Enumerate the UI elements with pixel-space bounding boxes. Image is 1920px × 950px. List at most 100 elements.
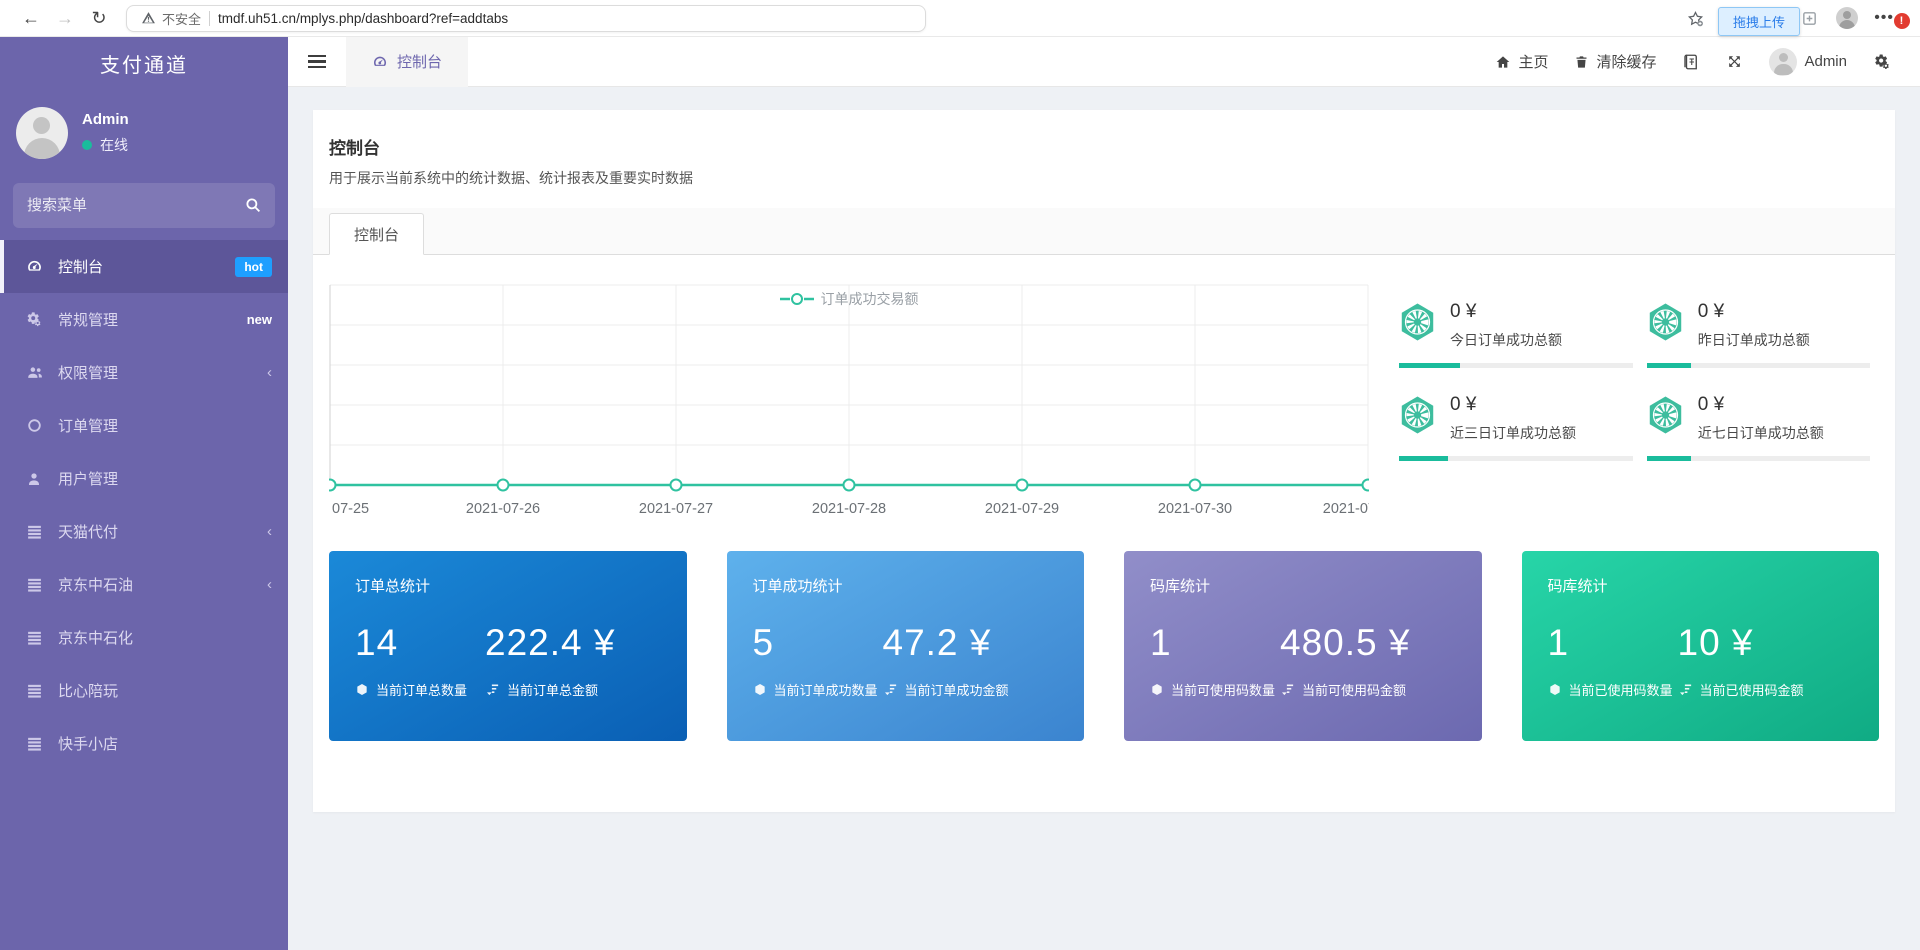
user-icon [26, 471, 58, 487]
home-button[interactable]: 主页 [1495, 51, 1548, 72]
tab-label: 控制台 [397, 51, 442, 72]
stat-value: 0 ¥ [1698, 394, 1824, 416]
sidebar-item-bixin[interactable]: 比心陪玩 [0, 664, 288, 717]
svg-text:2021-07: 2021-07 [1323, 501, 1369, 517]
stat-label: 近七日订单成功总额 [1698, 423, 1824, 443]
sidebar-item-label: 快手小店 [58, 733, 118, 754]
chart-legend[interactable]: 订单成功交易额 [329, 289, 1369, 309]
stat-7days: 0 ¥ 近七日订单成功总额 [1647, 394, 1879, 461]
topbar: 控制台 主页 清除缓存 Admin [288, 37, 1920, 87]
sidebar-item-label: 京东中石化 [58, 627, 133, 648]
dashboard-panel: 控制台 用于展示当前系统中的统计数据、统计报表及重要实时数据 控制台 订单成功交… [313, 110, 1895, 812]
cube-icon [1150, 682, 1164, 697]
svg-text:2021-07-30: 2021-07-30 [1158, 501, 1232, 517]
tab-dashboard[interactable]: 控制台 [346, 37, 468, 87]
panel-tab-dashboard[interactable]: 控制台 [329, 213, 424, 255]
tachometer-icon [372, 54, 388, 70]
sidebar-item-label: 用户管理 [58, 468, 118, 489]
home-label: 主页 [1518, 51, 1548, 72]
stat-progress [1399, 363, 1633, 368]
stat-progress [1647, 363, 1870, 368]
search-icon[interactable] [244, 196, 262, 214]
stat-value: 0 ¥ [1450, 301, 1562, 323]
stat-yesterday: 0 ¥ 昨日订单成功总额 [1647, 301, 1879, 368]
sidebar-item-orders[interactable]: 订单管理 [0, 399, 288, 452]
list-icon [26, 629, 58, 646]
chevron-left-icon: ‹ [267, 364, 272, 381]
drag-upload-tooltip: 拖拽上传 [1718, 7, 1800, 36]
back-icon[interactable]: ← [14, 3, 48, 33]
stat-progress [1399, 456, 1633, 461]
sidebar-item-permissions[interactable]: 权限管理 ‹ [0, 346, 288, 399]
page-subtitle: 用于展示当前系统中的统计数据、统计报表及重要实时数据 [329, 168, 1879, 188]
dashboard-icon [26, 258, 58, 275]
card-title: 码库统计 [1548, 575, 1854, 596]
home-icon [1495, 54, 1511, 70]
list-icon [26, 523, 58, 540]
browser-menu-icon[interactable]: ••• ! [1874, 9, 1904, 27]
card-amount-label: 当前订单总金额 [507, 680, 598, 699]
hexagon-icon [1647, 394, 1684, 436]
browser-toolbar: ← → ↻ 不安全 tmdf.uh51.cn/mplys.php/dashboa… [0, 0, 1920, 37]
refresh-icon[interactable]: ↻ [82, 3, 116, 33]
sidebar-item-general[interactable]: 常规管理 new [0, 293, 288, 346]
bookmark-star-icon[interactable] [1684, 7, 1706, 29]
card-count-label: 当前已使用码数量 [1569, 680, 1673, 699]
add-tab-icon[interactable] [1798, 7, 1820, 29]
chevron-left-icon: ‹ [267, 576, 272, 593]
site-security-button[interactable]: 不安全 [141, 9, 201, 28]
hot-badge: hot [235, 257, 272, 277]
address-divider [209, 11, 210, 26]
online-status-label: 在线 [100, 135, 128, 155]
amount-stats: 0 ¥ 今日订单成功总额 0 ¥ [1399, 275, 1879, 525]
hamburger-icon[interactable] [288, 37, 346, 87]
sidebar-item-label: 天猫代付 [58, 521, 118, 542]
fullscreen-icon[interactable] [1726, 53, 1743, 70]
clear-cache-button[interactable]: 清除缓存 [1574, 51, 1656, 72]
app-title: 支付通道 [0, 37, 288, 95]
summary-cards: 订单总统计 14 当前订单总数量 222.4 ¥ 当前订单总金额 [329, 551, 1879, 741]
sidebar-item-dashboard[interactable]: 控制台 hot [0, 240, 288, 293]
sidebar-item-label: 常规管理 [58, 309, 118, 330]
settings-gears-icon[interactable] [1873, 53, 1892, 71]
card-amount-label: 当前订单成功金额 [905, 680, 1009, 699]
sidebar-item-tmall[interactable]: 天猫代付 ‹ [0, 505, 288, 558]
card-amount-label: 当前已使用码金额 [1700, 680, 1804, 699]
card-count: 14 [355, 622, 485, 664]
card-count-label: 当前可使用码数量 [1171, 680, 1275, 699]
hexagon-icon [1399, 301, 1436, 343]
sidebar-item-jd-petrochemical[interactable]: 京东中石化 [0, 611, 288, 664]
sidebar-menu: 控制台 hot 常规管理 new 权限管理 ‹ 订单管理 用户管理 [0, 240, 288, 770]
svg-text:2021-07-27: 2021-07-27 [639, 501, 713, 517]
sort-amount-icon [1678, 682, 1693, 697]
warning-icon [141, 11, 156, 25]
address-bar[interactable]: 不安全 tmdf.uh51.cn/mplys.php/dashboard?ref… [126, 5, 926, 32]
list-icon [26, 576, 58, 593]
admin-profile[interactable]: Admin [1769, 48, 1847, 76]
hexagon-icon [1399, 394, 1436, 436]
trash-icon [1574, 54, 1589, 70]
sidebar-item-jd-oil[interactable]: 京东中石油 ‹ [0, 558, 288, 611]
card-amount: 480.5 ¥ [1280, 622, 1456, 664]
hexagon-icon [1647, 301, 1684, 343]
sidebar-item-users[interactable]: 用户管理 [0, 452, 288, 505]
user-avatar [16, 107, 68, 159]
users-icon [26, 364, 58, 381]
search-input[interactable] [13, 183, 275, 228]
cube-icon [355, 682, 369, 697]
svg-text:2021-07-29: 2021-07-29 [985, 501, 1059, 517]
list-icon [26, 682, 58, 699]
stat-progress [1647, 456, 1870, 461]
card-title: 订单总统计 [355, 575, 661, 596]
language-icon[interactable] [1682, 53, 1700, 71]
panel-tabs: 控制台 [313, 208, 1895, 255]
online-status-dot [82, 140, 92, 150]
sidebar-item-label: 订单管理 [58, 415, 118, 436]
forward-icon[interactable]: → [48, 3, 82, 33]
stat-label: 近三日订单成功总额 [1450, 423, 1576, 443]
cube-icon [753, 682, 767, 697]
sidebar-item-kuaishou[interactable]: 快手小店 [0, 717, 288, 770]
browser-profile-avatar[interactable] [1836, 7, 1858, 29]
page-title: 控制台 [329, 134, 1879, 159]
gears-icon [26, 311, 58, 328]
